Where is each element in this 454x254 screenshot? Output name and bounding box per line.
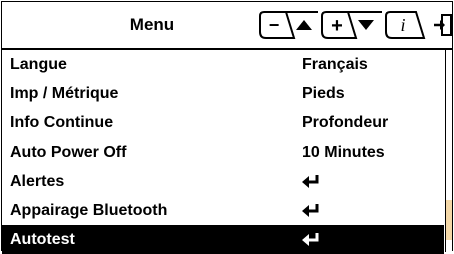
enter-arrow-icon bbox=[302, 174, 320, 194]
item-label: Autotest bbox=[10, 231, 75, 249]
item-label: Alertes bbox=[10, 172, 65, 190]
item-label: Auto Power Off bbox=[10, 143, 127, 161]
info-button[interactable]: i bbox=[384, 10, 432, 40]
settings-list: Langue Français Imp / Métrique Pieds Inf… bbox=[2, 50, 444, 254]
arrow-down-icon bbox=[358, 20, 374, 30]
scroll-thumb[interactable] bbox=[446, 200, 452, 240]
list-item-autotest[interactable]: Autotest bbox=[2, 225, 444, 254]
plus-down-button[interactable]: + bbox=[320, 10, 382, 40]
minus-icon: − bbox=[269, 15, 280, 35]
enter-arrow-icon bbox=[302, 203, 320, 223]
menu-title: Menu bbox=[129, 15, 175, 34]
enter-arrow-icon bbox=[302, 233, 320, 252]
minus-up-button[interactable]: − bbox=[258, 10, 318, 40]
item-label: Appairage Bluetooth bbox=[10, 201, 168, 219]
list-item-langue[interactable]: Langue Français bbox=[2, 50, 444, 79]
menu-screen: Menu − + i Langue Français Imp / Métriqu… bbox=[1, 1, 453, 254]
item-value: 10 Minutes bbox=[302, 143, 385, 161]
item-label: Langue bbox=[10, 56, 67, 73]
item-label: Info Continue bbox=[10, 114, 114, 132]
list-item-units[interactable]: Imp / Métrique Pieds bbox=[2, 79, 444, 108]
info-icon: i bbox=[400, 15, 405, 35]
list-item-alertes[interactable]: Alertes bbox=[2, 167, 444, 196]
list-item-bluetooth[interactable]: Appairage Bluetooth bbox=[2, 196, 444, 225]
scrollbar[interactable] bbox=[445, 50, 453, 252]
menu-header: Menu − + i bbox=[2, 2, 452, 50]
item-label: Imp / Métrique bbox=[10, 85, 119, 103]
list-item-info-continue[interactable]: Info Continue Profondeur bbox=[2, 108, 444, 137]
item-value: Pieds bbox=[302, 85, 345, 103]
item-value: Profondeur bbox=[302, 114, 389, 132]
arrow-up-icon bbox=[296, 20, 312, 30]
list-item-auto-power-off[interactable]: Auto Power Off 10 Minutes bbox=[2, 138, 444, 167]
plus-icon: + bbox=[331, 15, 343, 37]
exit-door-icon[interactable] bbox=[434, 14, 452, 44]
item-value: Français bbox=[302, 56, 368, 73]
